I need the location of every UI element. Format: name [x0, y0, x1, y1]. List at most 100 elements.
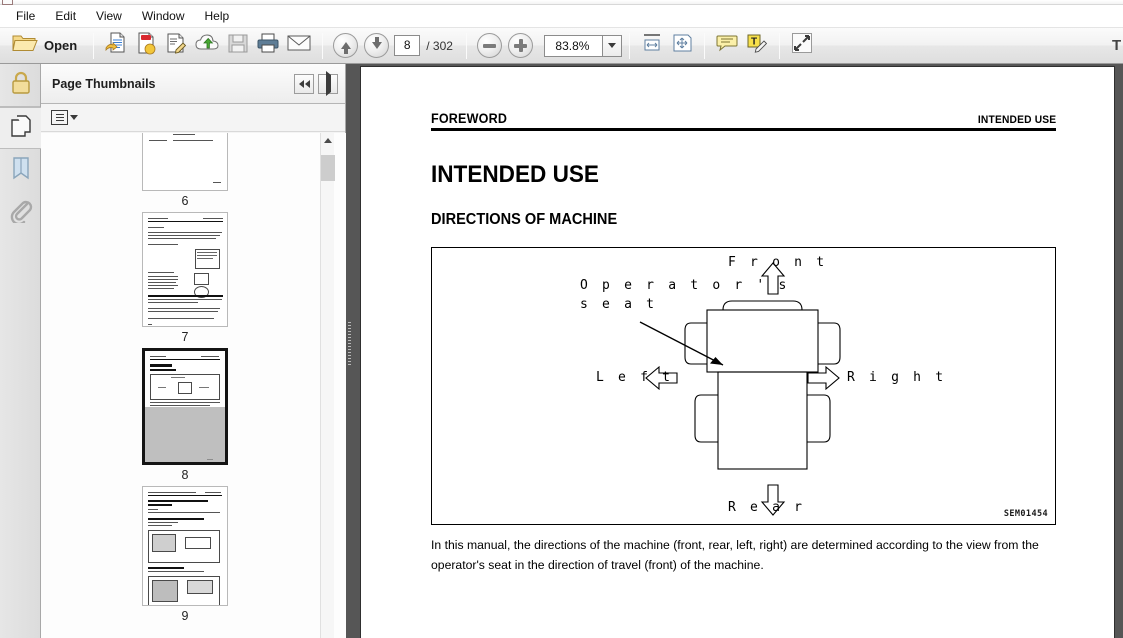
header-right-text: INTENDED USE [977, 114, 1056, 126]
document-viewer[interactable]: FOREWORD INTENDED USE INTENDED USE DIREC… [353, 64, 1123, 638]
fullscreen-button[interactable] [787, 31, 817, 61]
menu-file[interactable]: File [6, 6, 45, 26]
thumbnail-item[interactable]: 6 [142, 133, 228, 208]
sidebar-icon-attachments[interactable] [0, 191, 41, 233]
lock-icon [9, 70, 33, 101]
thumbnail-scrollbar[interactable] [320, 133, 335, 638]
folder-open-icon [12, 32, 38, 59]
create-pdf-button[interactable] [131, 31, 161, 61]
scroll-up-button[interactable] [321, 133, 335, 147]
zoom-dropdown-button[interactable] [601, 34, 622, 57]
toolbar-separator [465, 32, 467, 59]
chevron-right-icon [325, 70, 331, 96]
next-page-button[interactable] [361, 31, 392, 61]
add-sticky-note-button[interactable] [712, 31, 742, 61]
thumbnail-label: 7 [181, 330, 189, 344]
header-rule [431, 128, 1056, 131]
thumbnail-scroll-area[interactable]: 6 7 8 9 [41, 133, 346, 638]
create-pdf-icon [134, 31, 158, 60]
thumbnail-page-8[interactable] [142, 348, 228, 465]
panel-expand-button[interactable] [318, 70, 338, 96]
document-running-header: FOREWORD INTENDED USE [431, 111, 1056, 126]
thumbnail-page-9[interactable] [142, 486, 228, 606]
paperclip-icon [8, 197, 34, 228]
save-button[interactable] [223, 31, 253, 61]
thumbnail-item[interactable]: 9 [142, 486, 228, 623]
document-page: FOREWORD INTENDED USE INTENDED USE DIREC… [360, 66, 1115, 638]
sidebar-rail [0, 64, 41, 638]
thumbnail-options-button[interactable] [51, 110, 78, 125]
previous-page-button[interactable] [330, 31, 361, 61]
fit-width-icon [641, 32, 663, 59]
panel-splitter[interactable] [346, 64, 353, 638]
convert-to-pdf-icon [104, 31, 128, 60]
section-subtitle: DIRECTIONS OF MACHINE [431, 211, 618, 228]
toolbar-separator [628, 32, 630, 59]
page-total-label: / 302 [426, 38, 453, 53]
thumbnail-page-6[interactable] [142, 133, 228, 191]
menu-bar: File Edit View Window Help [0, 5, 1123, 28]
edit-pdf-icon [164, 31, 188, 60]
double-chevron-left-icon [298, 79, 310, 88]
figure-code: SEM01454 [1003, 509, 1048, 519]
toolbar-overflow-label[interactable]: T [1112, 37, 1121, 54]
fullscreen-icon [790, 31, 814, 60]
thumbnail-item[interactable]: 8 [142, 348, 228, 482]
sidebar-icon-pages[interactable] [0, 107, 41, 149]
panel-title: Page Thumbnails [52, 76, 156, 91]
sidebar-icon-bookmarks[interactable] [0, 149, 41, 191]
sidebar-icon-security[interactable] [0, 64, 41, 106]
open-button[interactable]: Open [8, 31, 86, 61]
toolbar-separator [93, 32, 95, 59]
zoom-in-button[interactable] [505, 31, 536, 61]
toolbar-separator [778, 32, 780, 59]
machine-directions-figure: F r o n t R e a r L e f t R i g h t O p … [431, 247, 1056, 525]
svg-text:T: T [751, 37, 757, 48]
thumbnails-panel: Page Thumbnails 6 7 8 9 [41, 64, 346, 638]
email-button[interactable] [283, 31, 315, 61]
thumbnail-item[interactable]: 7 [142, 212, 228, 344]
figure-label-rear: R e a r [728, 500, 806, 515]
toolbar-separator [703, 32, 705, 59]
arrow-down-icon [364, 33, 390, 58]
sticky-note-icon [715, 33, 739, 58]
convert-to-pdf-button[interactable] [101, 31, 131, 61]
menu-help[interactable]: Help [195, 6, 240, 26]
thumbnail-label: 8 [181, 468, 189, 482]
panel-header: Page Thumbnails [41, 64, 345, 104]
chevron-up-icon [324, 137, 332, 143]
zoom-level-input[interactable]: 83.8% [543, 34, 602, 57]
panel-toolbar [41, 104, 345, 132]
fit-page-button[interactable] [667, 31, 697, 61]
pages-icon [8, 113, 34, 144]
text-highlight-button[interactable]: T [742, 31, 772, 61]
body-paragraph: In this manual, the directions of the ma… [431, 538, 1039, 572]
menu-window[interactable]: Window [132, 6, 195, 26]
upload-cloud-button[interactable] [191, 31, 223, 61]
figure-label-operator-seat-line2: s e a t [580, 297, 658, 312]
zoom-out-button[interactable] [474, 31, 505, 61]
fit-width-button[interactable] [637, 31, 667, 61]
toolbar-separator [322, 32, 324, 59]
minus-circle-icon [476, 33, 502, 58]
menu-view[interactable]: View [86, 6, 132, 26]
chevron-down-icon [607, 43, 616, 48]
plus-circle-icon [507, 33, 533, 58]
figure-label-operator-seat-line1: O p e r a t o r ' s [580, 278, 790, 293]
figure-label-left: L e f t [596, 370, 674, 385]
options-list-icon [51, 110, 68, 125]
edit-pdf-button[interactable] [161, 31, 191, 61]
thumbnail-page-7[interactable] [142, 212, 228, 327]
main-toolbar: Open 8 / 302 83.8% T T [0, 28, 1123, 64]
scrollbar-thumb[interactable] [321, 155, 335, 181]
header-left-text: FOREWORD [431, 111, 508, 126]
chevron-down-icon [70, 115, 78, 120]
panel-collapse-button[interactable] [294, 73, 314, 94]
upload-cloud-icon [194, 32, 220, 59]
figure-label-right: R i g h t [847, 370, 947, 385]
save-icon [227, 32, 249, 59]
print-button[interactable] [253, 31, 283, 61]
page-number-input[interactable]: 8 [394, 35, 421, 56]
menu-edit[interactable]: Edit [45, 6, 86, 26]
bookmark-icon [9, 155, 33, 186]
